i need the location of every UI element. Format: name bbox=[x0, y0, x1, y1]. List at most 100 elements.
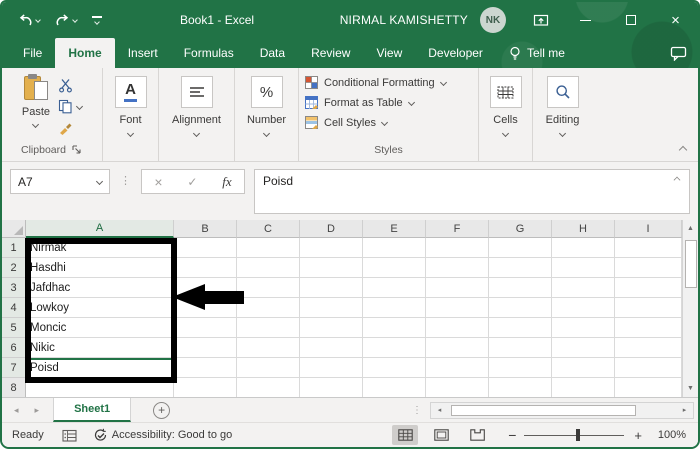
cell-H3[interactable] bbox=[552, 278, 615, 298]
cell-E6[interactable] bbox=[363, 338, 426, 358]
feedback-button[interactable] bbox=[658, 38, 698, 68]
page-break-preview-button[interactable] bbox=[464, 425, 490, 445]
cell-F1[interactable] bbox=[426, 238, 489, 258]
tab-formulas[interactable]: Formulas bbox=[171, 38, 247, 68]
cell-E1[interactable] bbox=[363, 238, 426, 258]
cell-H2[interactable] bbox=[552, 258, 615, 278]
cell-C8[interactable] bbox=[237, 378, 300, 397]
new-sheet-button[interactable]: + bbox=[153, 401, 171, 419]
normal-view-button[interactable] bbox=[392, 425, 419, 445]
column-header-G[interactable]: G bbox=[489, 220, 552, 238]
column-header-B[interactable]: B bbox=[174, 220, 237, 238]
cell-E3[interactable] bbox=[363, 278, 426, 298]
previous-sheet-icon[interactable]: ◂ bbox=[14, 405, 19, 416]
scroll-left-icon[interactable]: ◂ bbox=[431, 403, 448, 418]
vertical-scrollbar-thumb[interactable] bbox=[684, 240, 697, 288]
row-header-1[interactable]: 1 bbox=[2, 238, 26, 258]
sheet-tab-sheet1[interactable]: Sheet1 bbox=[53, 398, 132, 422]
number-group-button[interactable]: % Number bbox=[234, 68, 298, 161]
cell-H1[interactable] bbox=[552, 238, 615, 258]
next-sheet-icon[interactable]: ▸ bbox=[35, 405, 40, 416]
scroll-right-icon[interactable]: ▸ bbox=[676, 403, 693, 418]
copy-button[interactable] bbox=[58, 99, 84, 114]
cell-C3[interactable] bbox=[237, 278, 300, 298]
column-header-C[interactable]: C bbox=[237, 220, 300, 238]
tab-data[interactable]: Data bbox=[247, 38, 298, 68]
row-header-8[interactable]: 8 bbox=[2, 378, 26, 397]
cell-E2[interactable] bbox=[363, 258, 426, 278]
cell-G5[interactable] bbox=[489, 318, 552, 338]
cell-F6[interactable] bbox=[426, 338, 489, 358]
cell-F5[interactable] bbox=[426, 318, 489, 338]
tab-insert[interactable]: Insert bbox=[115, 38, 171, 68]
cell-D3[interactable] bbox=[300, 278, 363, 298]
row-header-5[interactable]: 5 bbox=[2, 318, 26, 338]
cell-D2[interactable] bbox=[300, 258, 363, 278]
cell-F7[interactable] bbox=[426, 358, 489, 378]
tab-home[interactable]: Home bbox=[55, 38, 115, 68]
maximize-button[interactable] bbox=[608, 2, 653, 38]
horizontal-scrollbar-thumb[interactable] bbox=[451, 404, 636, 416]
enter-entry-button[interactable]: ✓ bbox=[187, 175, 197, 189]
font-group-button[interactable]: A Font bbox=[102, 68, 158, 161]
cell-B5[interactable] bbox=[174, 318, 237, 338]
column-header-D[interactable]: D bbox=[300, 220, 363, 238]
cell-G4[interactable] bbox=[489, 298, 552, 318]
column-header-E[interactable]: E bbox=[363, 220, 426, 238]
select-all-button[interactable] bbox=[2, 220, 26, 238]
cell-I3[interactable] bbox=[615, 278, 682, 298]
undo-dropdown-icon[interactable] bbox=[35, 17, 41, 23]
horizontal-scrollbar[interactable]: ◂ ▸ bbox=[430, 401, 694, 419]
column-header-I[interactable]: I bbox=[615, 220, 682, 238]
vertical-scrollbar[interactable]: ▲ ▼ bbox=[682, 220, 698, 397]
cell-D1[interactable] bbox=[300, 238, 363, 258]
cell-C5[interactable] bbox=[237, 318, 300, 338]
row-header-3[interactable]: 3 bbox=[2, 278, 26, 298]
cell-B2[interactable] bbox=[174, 258, 237, 278]
cell-B8[interactable] bbox=[174, 378, 237, 397]
alignment-group-button[interactable]: Alignment bbox=[158, 68, 234, 161]
cell-H5[interactable] bbox=[552, 318, 615, 338]
paste-dropdown-icon[interactable] bbox=[32, 120, 40, 129]
cell-I6[interactable] bbox=[615, 338, 682, 358]
cell-C7[interactable] bbox=[237, 358, 300, 378]
cell-H8[interactable] bbox=[552, 378, 615, 397]
account-name[interactable]: NIRMAL KAMISHETTY bbox=[340, 13, 468, 27]
tab-file[interactable]: File bbox=[10, 38, 55, 68]
tab-developer[interactable]: Developer bbox=[415, 38, 496, 68]
redo-button[interactable] bbox=[55, 13, 78, 27]
cell-D5[interactable] bbox=[300, 318, 363, 338]
zoom-in-button[interactable]: + bbox=[634, 428, 642, 443]
cell-C6[interactable] bbox=[237, 338, 300, 358]
paste-button[interactable]: Paste bbox=[22, 74, 50, 129]
page-layout-view-button[interactable] bbox=[428, 425, 454, 445]
format-as-table-button[interactable]: Format as Table bbox=[305, 96, 446, 109]
cell-G1[interactable] bbox=[489, 238, 552, 258]
zoom-slider[interactable] bbox=[524, 428, 625, 442]
macro-record-button[interactable] bbox=[62, 429, 77, 442]
cell-G8[interactable] bbox=[489, 378, 552, 397]
cell-H4[interactable] bbox=[552, 298, 615, 318]
customize-quick-access-toolbar-button[interactable] bbox=[92, 16, 102, 25]
cancel-entry-button[interactable]: × bbox=[154, 174, 162, 190]
cell-I1[interactable] bbox=[615, 238, 682, 258]
cell-B1[interactable] bbox=[174, 238, 237, 258]
scroll-up-icon[interactable]: ▲ bbox=[682, 220, 698, 237]
zoom-out-button[interactable]: − bbox=[508, 427, 516, 443]
cell-G3[interactable] bbox=[489, 278, 552, 298]
cell-E7[interactable] bbox=[363, 358, 426, 378]
cell-C4[interactable] bbox=[237, 298, 300, 318]
format-painter-button[interactable] bbox=[58, 120, 82, 135]
conditional-formatting-button[interactable]: Conditional Formatting bbox=[305, 76, 447, 89]
formula-bar-input[interactable]: Poisd bbox=[254, 169, 690, 214]
cell-I4[interactable] bbox=[615, 298, 682, 318]
cell-D8[interactable] bbox=[300, 378, 363, 397]
tell-me-box[interactable]: Tell me bbox=[496, 38, 578, 68]
cell-F8[interactable] bbox=[426, 378, 489, 397]
cell-F4[interactable] bbox=[426, 298, 489, 318]
editing-group-button[interactable]: Editing bbox=[532, 68, 592, 161]
cell-E8[interactable] bbox=[363, 378, 426, 397]
cell-styles-button[interactable]: Cell Styles bbox=[305, 116, 446, 129]
cells-group-button[interactable]: Cells bbox=[478, 68, 532, 161]
tab-splitter-handle[interactable]: ⋮ bbox=[412, 405, 422, 416]
